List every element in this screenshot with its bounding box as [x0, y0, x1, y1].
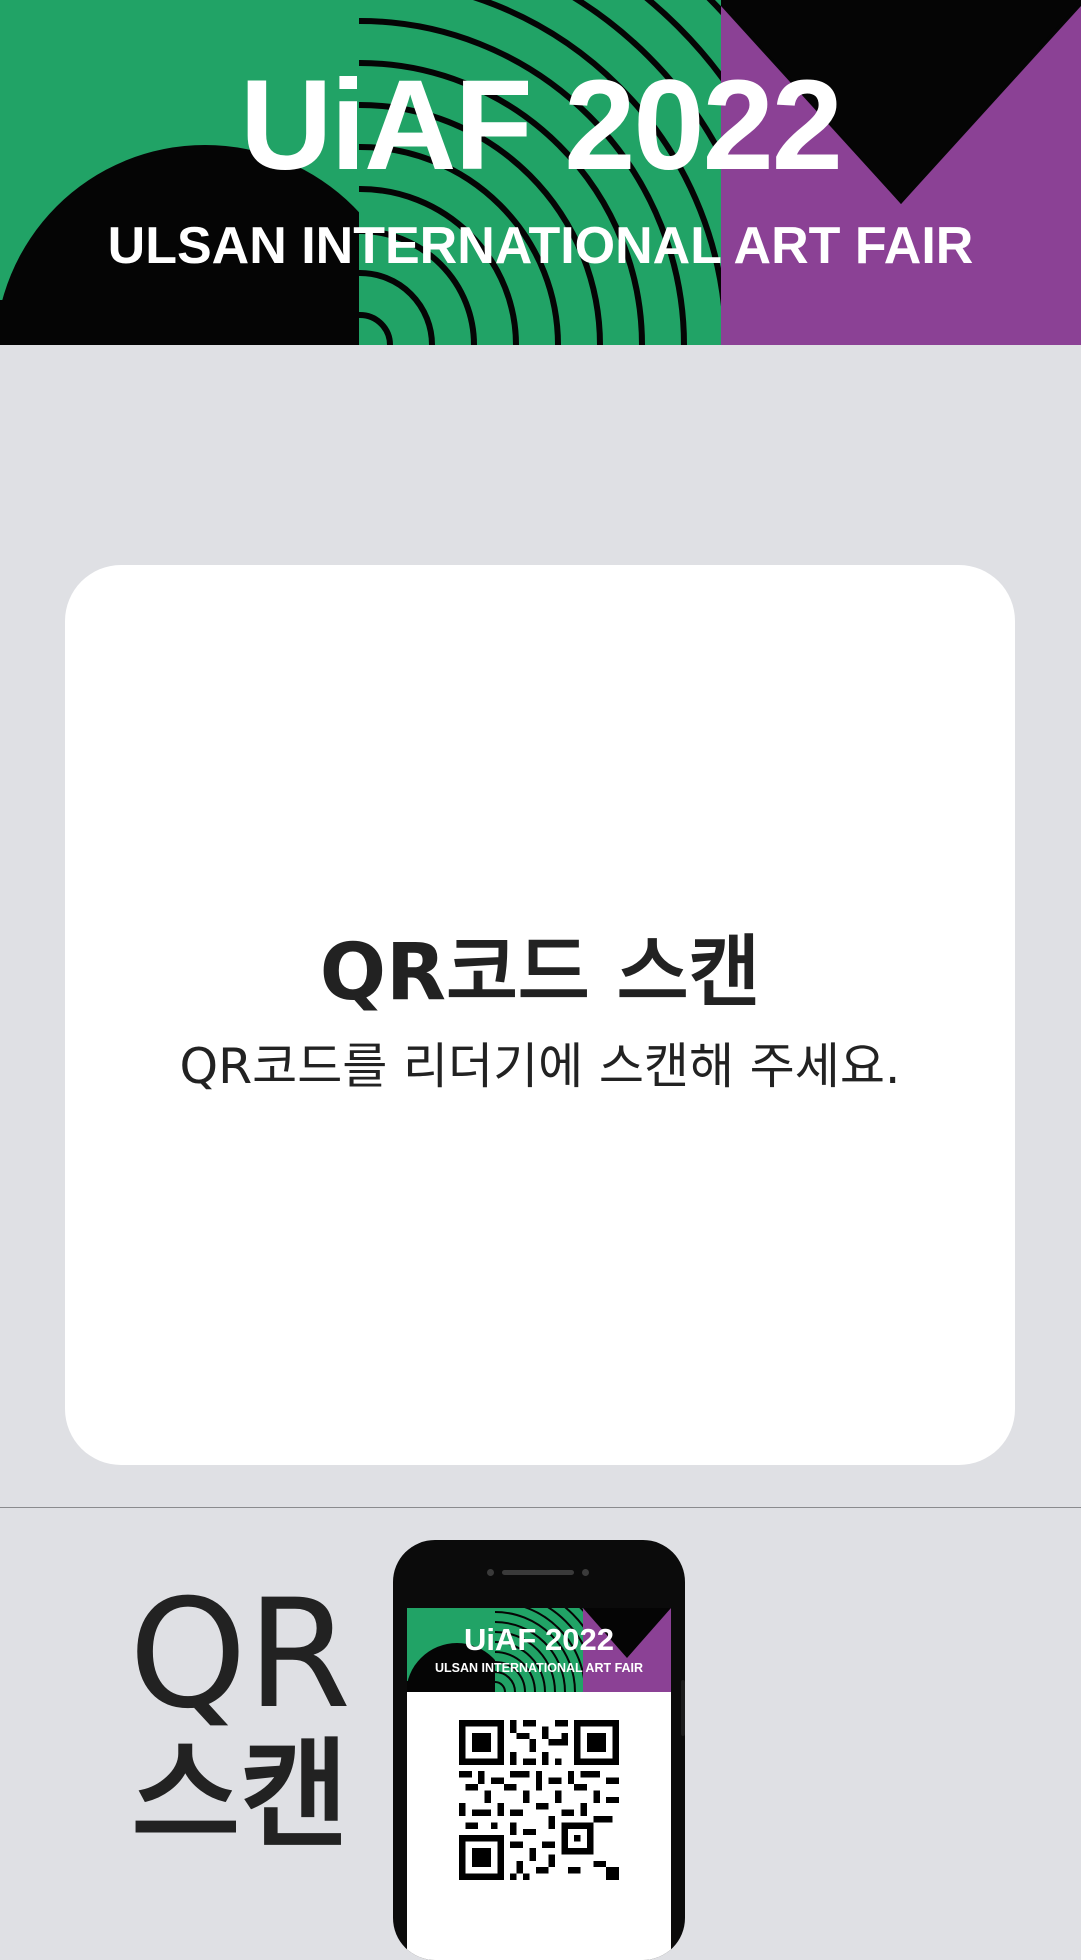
card-title: QR코드 스캔: [319, 928, 761, 1018]
banner-title: UiAF 2022: [240, 54, 843, 197]
card-subtitle: QR코드를 리더기에 스캔해 주세요.: [179, 1038, 901, 1095]
phone-screen: UiAF 2022 ULSAN INTERNATIONAL ART FAIR: [407, 1608, 671, 1960]
phone-illustration: UiAF 2022 ULSAN INTERNATIONAL ART FAIR: [393, 1540, 685, 1960]
banner-subtitle: ULSAN INTERNATIONAL ART FAIR: [107, 217, 974, 275]
phone-side-button: [681, 1680, 685, 1736]
qr-code-icon: [459, 1720, 619, 1880]
section-divider: [0, 1507, 1081, 1508]
phone-banner-subtitle: ULSAN INTERNATIONAL ART FAIR: [434, 1661, 644, 1675]
qr-scan-guide-label: QR 스캔: [110, 1580, 370, 1860]
guide-label-line1: QR: [128, 1568, 352, 1742]
phone-banner-title: UiAF 2022: [464, 1622, 614, 1657]
phone-sensor: [487, 1569, 494, 1576]
guide-label-line2: 스캔: [131, 1726, 349, 1864]
event-banner: UiAF 2022 ULSAN INTERNATIONAL ART FAIR: [0, 0, 1081, 345]
phone-banner: UiAF 2022 ULSAN INTERNATIONAL ART FAIR: [407, 1608, 671, 1692]
phone-camera: [582, 1569, 589, 1576]
phone-speaker: [502, 1570, 574, 1575]
qr-instruction-card: QR코드 스캔 QR코드를 리더기에 스캔해 주세요.: [65, 565, 1015, 1465]
